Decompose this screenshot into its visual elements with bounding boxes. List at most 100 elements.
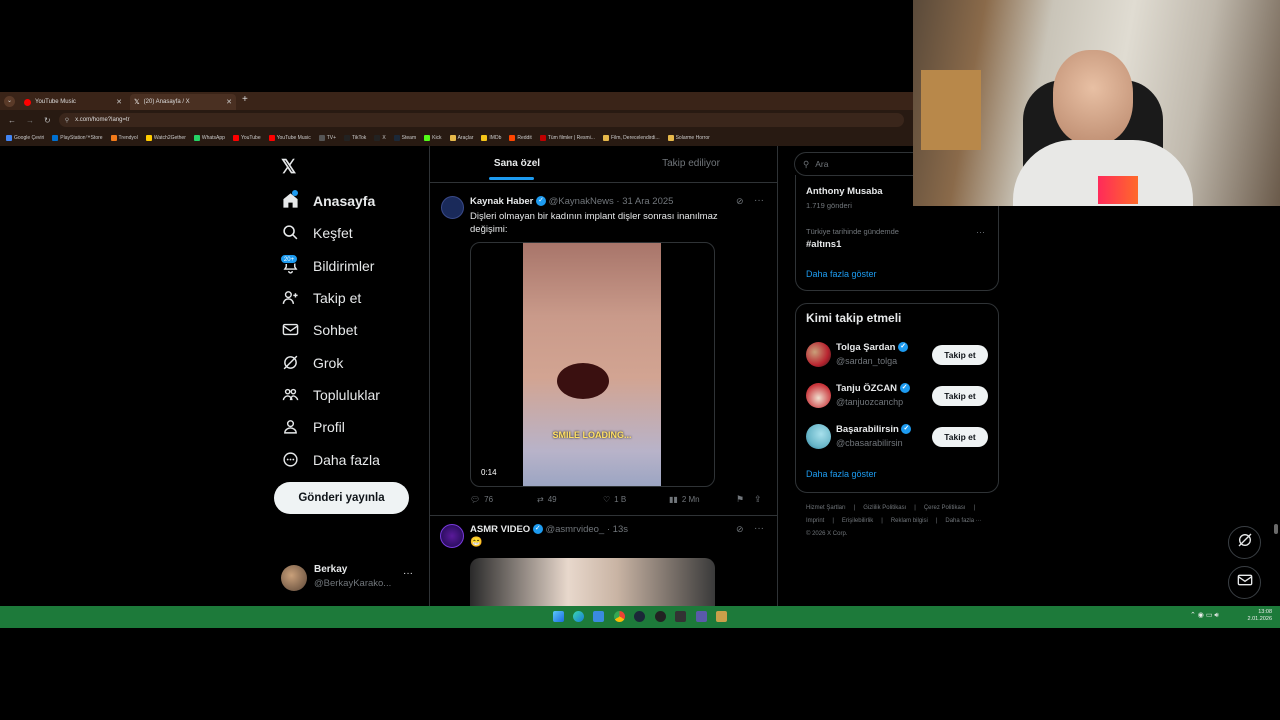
bookmark-item[interactable]: Kick <box>424 135 442 141</box>
tab-x-home[interactable]: 𝕏 (20) Anasayfa / X ✕ <box>130 94 236 110</box>
sidebar-item-chat[interactable]: Sohbet <box>282 321 357 338</box>
bookmark-item[interactable]: X <box>374 135 386 141</box>
post-time[interactable]: · 13s <box>607 524 628 535</box>
repost-button[interactable]: ⇄ 49 <box>537 495 557 504</box>
author-handle[interactable]: @KaynakNews <box>549 196 614 207</box>
show-more-link[interactable]: Daha fazla göster <box>806 269 877 279</box>
bookmark-item[interactable]: Watch2Gether <box>145 135 186 141</box>
sidebar-item-profile[interactable]: Profil <box>282 418 345 435</box>
x-logo-icon[interactable]: 𝕏 <box>281 156 296 179</box>
bookmark-icon[interactable]: ⚑ <box>736 494 744 505</box>
close-icon[interactable]: ✕ <box>116 98 122 106</box>
bookmark-icon <box>268 135 275 141</box>
start-icon[interactable] <box>553 611 564 622</box>
user-handle: @sardan_tolga <box>836 356 898 366</box>
edge-icon[interactable] <box>573 611 584 622</box>
forward-icon[interactable]: → <box>26 116 34 125</box>
address-field[interactable]: ⚲ x.com/home?lang=tr <box>58 113 904 127</box>
reload-icon[interactable]: ↻ <box>44 116 51 125</box>
like-button[interactable]: ♡ 1 B <box>603 495 626 504</box>
system-tray[interactable]: ⌃ ◉ ▭ 🔊︎ <box>1190 611 1219 620</box>
user-name: Tolga Şardan <box>836 342 896 353</box>
tab-youtube-music[interactable]: YouTube Music ✕ <box>20 94 126 110</box>
follow-button[interactable]: Takip et <box>932 345 988 365</box>
more-icon[interactable]: ··· <box>403 568 413 579</box>
app-icon[interactable] <box>696 611 707 622</box>
search-input[interactable]: ⚲ Ara <box>794 152 913 176</box>
author-name[interactable]: ASMR VIDEO <box>470 524 530 535</box>
verified-badge-icon: ✓ <box>898 342 909 353</box>
bookmark-item[interactable]: TikTok <box>344 135 366 141</box>
new-tab-button[interactable]: + <box>242 94 248 105</box>
footer-link[interactable]: Erişilebilirlik <box>842 518 873 524</box>
bookmark-item[interactable]: Araçlar <box>449 135 473 141</box>
more-icon[interactable]: ··· <box>754 523 764 534</box>
bookmark-item[interactable]: Film, Derecelendirdi... <box>602 135 660 141</box>
bookmark-item[interactable]: Solarme Horror <box>667 135 710 141</box>
post[interactable]: ASMR VIDEO ✓ @asmrvideo_ · 13s ⊘ ··· 😁 <box>430 518 777 606</box>
bookmark-item[interactable]: Tüm filmler | Resmi... <box>539 135 595 141</box>
footer-link[interactable]: Gizlilik Politikası <box>863 505 906 511</box>
footer-link[interactable]: Çerez Politikası <box>924 505 966 511</box>
footer-link[interactable]: © 2026 X Corp. <box>806 531 847 537</box>
grok-icon[interactable]: ⊘ <box>736 196 744 207</box>
bookmark-item[interactable]: PlayStation™Store <box>52 135 103 141</box>
tab-following[interactable]: Takip ediliyor <box>604 158 778 169</box>
follow-button[interactable]: Takip et <box>932 427 988 447</box>
sidebar-item-grok[interactable]: Grok <box>282 354 343 371</box>
account-switcher[interactable]: Berkay @BerkayKarako... ··· <box>281 562 416 594</box>
sidebar-item-more[interactable]: Daha fazla <box>282 451 380 468</box>
bookmark-icon <box>344 135 351 141</box>
post-time[interactable]: · 31 Ara 2025 <box>616 196 673 207</box>
store-icon[interactable] <box>593 611 604 622</box>
site-info-icon[interactable]: ⚲ <box>65 117 69 124</box>
bookmark-icon <box>481 135 488 141</box>
post-video[interactable]: SMILE LOADING... 0:14 <box>470 242 715 487</box>
bookmark-item[interactable]: Trendyol <box>110 135 138 141</box>
steam-icon[interactable] <box>634 611 645 622</box>
author-handle[interactable]: @asmrvideo_ <box>545 524 604 535</box>
bookmark-item[interactable]: Steam <box>393 135 416 141</box>
bookmark-item[interactable]: IMDb <box>481 135 501 141</box>
sidebar-item-communities[interactable]: Topluluklar <box>282 386 380 403</box>
bookmark-item[interactable]: YouTube <box>232 135 261 141</box>
follow-button[interactable]: Takip et <box>932 386 988 406</box>
more-icon[interactable]: ··· <box>976 227 985 237</box>
tab-for-you[interactable]: Sana özel <box>430 150 604 180</box>
more-icon[interactable]: ··· <box>754 195 764 206</box>
trend-name[interactable]: #altıns1 <box>806 239 841 250</box>
share-icon[interactable]: ⇪ <box>754 494 762 505</box>
views-button[interactable]: ▮▮ 2 Mn <box>669 495 700 504</box>
close-icon[interactable]: ✕ <box>226 98 232 106</box>
app-icon[interactable] <box>675 611 686 622</box>
chrome-icon[interactable] <box>614 611 625 622</box>
sidebar-item-explore[interactable]: Keşfet <box>282 224 353 241</box>
footer-link[interactable]: Imprint <box>806 518 824 524</box>
scrollbar[interactable] <box>1274 524 1278 534</box>
grok-icon[interactable]: ⊘ <box>736 524 744 535</box>
footer-link[interactable]: Daha fazla ··· <box>945 518 981 524</box>
bookmark-item[interactable]: TV+ <box>318 135 336 141</box>
bookmark-item[interactable]: Reddit <box>509 135 532 141</box>
grok-fab[interactable] <box>1228 526 1261 559</box>
back-icon[interactable]: ← <box>8 116 16 125</box>
author-name[interactable]: Kaynak Haber <box>470 196 533 207</box>
post-video[interactable] <box>470 558 715 606</box>
bookmark-item[interactable]: WhatsApp <box>193 135 225 141</box>
trend-title[interactable]: Anthony Musaba <box>806 186 883 197</box>
footer-link[interactable]: Reklam bilgisi <box>891 518 928 524</box>
sidebar-item-follow[interactable]: Takip et <box>282 289 361 306</box>
clock[interactable]: 13:08 2.01.2026 <box>1244 609 1272 623</box>
post[interactable]: Kaynak Haber ✓ @KaynakNews · 31 Ara 2025… <box>430 188 777 514</box>
messages-fab[interactable] <box>1228 566 1261 599</box>
footer-link[interactable]: Hizmet Şartları <box>806 505 846 511</box>
tab-list-button[interactable]: ⌄ <box>4 96 15 107</box>
bookmark-item[interactable]: YouTube Music <box>268 135 311 141</box>
post-button[interactable]: Gönderi yayınla <box>274 482 409 514</box>
show-more-link[interactable]: Daha fazla göster <box>806 469 877 479</box>
bookmark-item[interactable]: Google Çeviri <box>6 135 44 141</box>
app-icon[interactable] <box>655 611 666 622</box>
bookmark-label: X <box>382 135 386 141</box>
app-icon[interactable] <box>716 611 727 622</box>
reply-button[interactable]: 💬︎ 76 <box>470 495 493 504</box>
